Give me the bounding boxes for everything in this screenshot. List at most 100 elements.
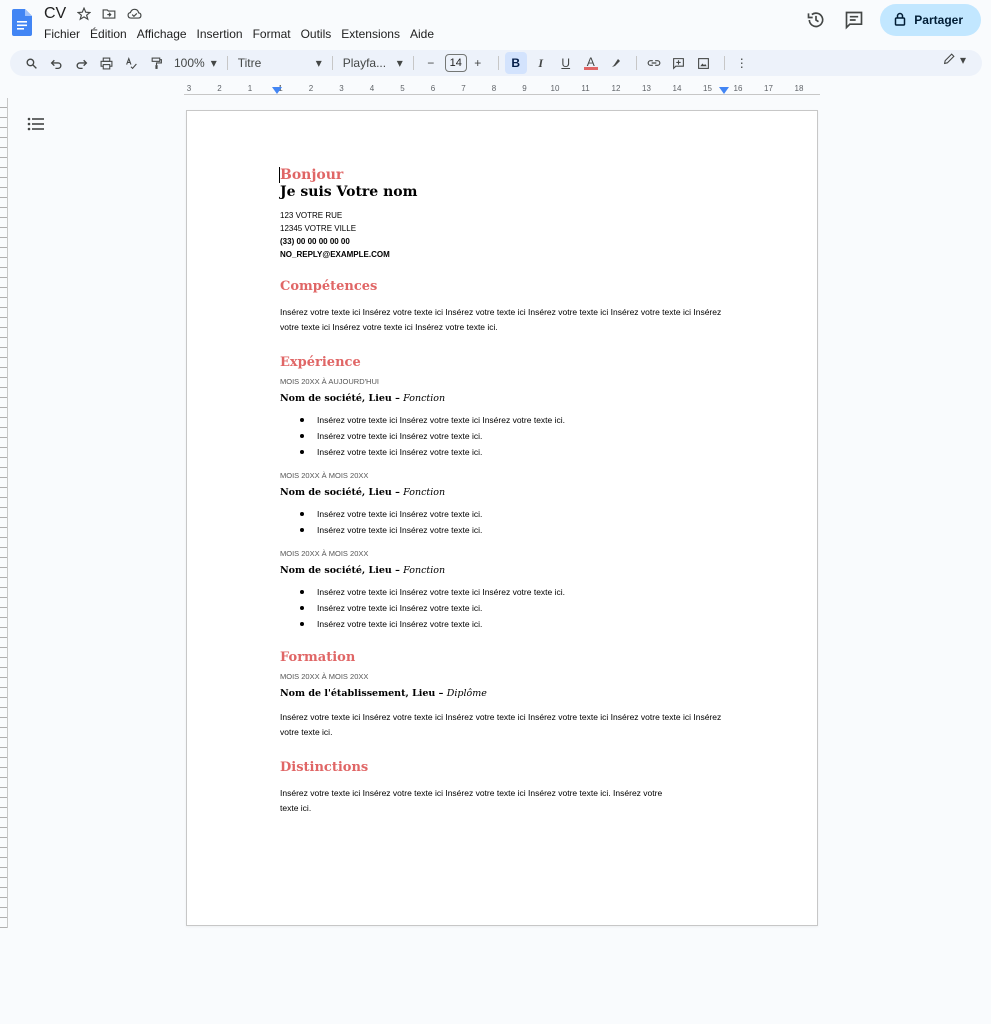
text-color-label: A xyxy=(586,54,595,69)
list-item: Insérez votre texte ici Insérez votre te… xyxy=(300,600,730,616)
menu-format[interactable]: Format xyxy=(253,25,296,43)
document-title[interactable]: CV xyxy=(44,5,66,23)
font-size-input[interactable]: 14 xyxy=(444,54,467,72)
job-entry: MOIS 20XX À AUJOURD'HUI Nom de société, … xyxy=(280,376,730,460)
vertical-ruler[interactable] xyxy=(0,98,8,928)
menu-affichage[interactable]: Affichage xyxy=(137,25,192,43)
phone-line: (33) 00 00 00 00 00 xyxy=(280,237,350,246)
indent-marker-icon[interactable] xyxy=(272,87,282,95)
add-comment-icon[interactable] xyxy=(668,52,690,74)
insert-link-icon[interactable] xyxy=(643,52,665,74)
ruler-number: 9 xyxy=(522,84,527,93)
text-color-swatch xyxy=(583,66,598,70)
list-item: Insérez votre texte ici Insérez votre te… xyxy=(300,444,730,460)
role-text: Fonction xyxy=(403,487,446,498)
more-options-icon[interactable]: ⋮ xyxy=(731,52,753,74)
menu-insertion[interactable]: Insertion xyxy=(197,25,248,43)
zoom-value: 100% xyxy=(174,56,205,70)
menu-extensions[interactable]: Extensions xyxy=(341,25,405,43)
pencil-icon xyxy=(943,52,956,68)
list-item: Insérez votre texte ici Insérez votre te… xyxy=(300,584,730,600)
document-page[interactable]: Bonjour Je suis Votre nom 123 VOTRE RUE … xyxy=(186,110,818,926)
text-cursor xyxy=(279,167,280,183)
paint-format-icon[interactable] xyxy=(145,52,167,74)
skills-text: Insérez votre texte ici Insérez votre te… xyxy=(280,307,722,332)
menu-bar: Fichier Édition Affichage Insertion Form… xyxy=(44,25,444,43)
email-line: NO_REPLY@EXAMPLE.COM xyxy=(280,250,390,259)
share-label: Partager xyxy=(914,13,963,27)
font-select[interactable]: Playfa... ▾ xyxy=(339,56,407,70)
experience-heading: Expérience xyxy=(280,355,361,370)
ruler-number: 12 xyxy=(611,84,621,93)
job-title: Nom de société, Lieu – Fonction xyxy=(280,392,730,406)
search-menus-icon[interactable] xyxy=(20,52,42,74)
ruler-number: 2 xyxy=(217,84,222,93)
ruler-number: 3 xyxy=(186,84,192,93)
menu-aide[interactable]: Aide xyxy=(410,25,439,43)
job-bullets: Insérez votre texte ici Insérez votre te… xyxy=(300,412,730,460)
lock-icon xyxy=(894,12,906,29)
docs-logo-icon[interactable] xyxy=(12,9,32,36)
toolbar-divider xyxy=(723,56,725,70)
ruler-number: 13 xyxy=(642,84,651,93)
company-text: Nom de société, Lieu – xyxy=(280,565,404,576)
zoom-select[interactable]: 100% ▾ xyxy=(170,56,221,70)
bold-button[interactable]: B xyxy=(504,52,527,74)
increase-font-size-button[interactable]: + xyxy=(467,52,489,74)
toolbar-divider xyxy=(497,56,499,70)
education-dates: MOIS 20XX À MOIS 20XX xyxy=(280,672,369,681)
formatting-toolbar: 100% ▾ Titre ▾ Playfa... ▾ − 14 + B I U … xyxy=(10,50,982,76)
ruler-number: 14 xyxy=(672,84,682,93)
decrease-font-size-button[interactable]: − xyxy=(420,52,442,74)
skills-heading: Compétences xyxy=(280,279,378,294)
undo-icon[interactable] xyxy=(45,52,67,74)
list-item: Insérez votre texte ici Insérez votre te… xyxy=(300,506,730,522)
share-button[interactable]: Partager xyxy=(880,4,981,36)
greeting-heading: Bonjour xyxy=(279,167,730,183)
print-icon[interactable] xyxy=(95,52,117,74)
ruler-number: 5 xyxy=(400,84,405,93)
list-item: Insérez votre texte ici Insérez votre te… xyxy=(300,412,730,428)
list-item: Insérez votre texte ici Insérez votre te… xyxy=(300,428,730,444)
cloud-status-icon[interactable] xyxy=(126,6,142,22)
toolbar-divider xyxy=(635,56,637,70)
redo-icon[interactable] xyxy=(70,52,92,74)
move-folder-icon[interactable] xyxy=(101,6,117,22)
ruler-number: 16 xyxy=(733,84,743,93)
chevron-down-icon: ▾ xyxy=(959,53,966,67)
job-title: Nom de société, Lieu – Fonction xyxy=(280,564,730,578)
role-text: Fonction xyxy=(403,393,446,404)
text-color-button[interactable]: A xyxy=(580,52,602,74)
comments-icon[interactable] xyxy=(842,8,866,32)
style-select[interactable]: Titre ▾ xyxy=(234,56,326,70)
version-history-icon[interactable] xyxy=(804,8,828,32)
document-outline-icon[interactable] xyxy=(27,116,45,132)
document-body[interactable]: Bonjour Je suis Votre nom 123 VOTRE RUE … xyxy=(279,167,730,816)
job-bullets: Insérez votre texte ici Insérez votre te… xyxy=(300,506,730,538)
job-bullets: Insérez votre texte ici Insérez votre te… xyxy=(300,584,730,632)
ruler-number: 7 xyxy=(461,84,466,93)
ruler-number: 15 xyxy=(703,84,712,93)
spellcheck-icon[interactable] xyxy=(120,52,142,74)
underline-button[interactable]: U xyxy=(555,52,577,74)
menu-outils[interactable]: Outils xyxy=(301,25,337,43)
insert-image-icon[interactable] xyxy=(693,52,715,74)
name-heading: Je suis Votre nom xyxy=(280,184,418,200)
company-text: Nom de société, Lieu – xyxy=(280,393,404,404)
menu-fichier[interactable]: Fichier xyxy=(44,25,85,43)
horizontal-ruler[interactable]: 321123456789101112131415161718 xyxy=(184,84,820,98)
style-value: Titre xyxy=(237,56,262,70)
job-dates: MOIS 20XX À MOIS 20XX xyxy=(280,471,369,480)
job-dates: MOIS 20XX À MOIS 20XX xyxy=(280,549,369,558)
italic-button[interactable]: I xyxy=(530,52,552,74)
ruler-number: 1 xyxy=(247,84,253,93)
star-icon[interactable] xyxy=(76,6,92,22)
right-indent-marker-icon[interactable] xyxy=(719,87,729,95)
chevron-down-icon: ▾ xyxy=(210,56,217,70)
menu-edition[interactable]: Édition xyxy=(90,25,132,43)
awards-heading: Distinctions xyxy=(280,760,369,775)
highlight-pen-icon[interactable] xyxy=(605,52,627,74)
education-text: Insérez votre texte ici Insérez votre te… xyxy=(280,712,722,737)
editing-mode-select[interactable]: ▾ xyxy=(943,52,966,68)
role-text: Fonction xyxy=(403,565,446,576)
